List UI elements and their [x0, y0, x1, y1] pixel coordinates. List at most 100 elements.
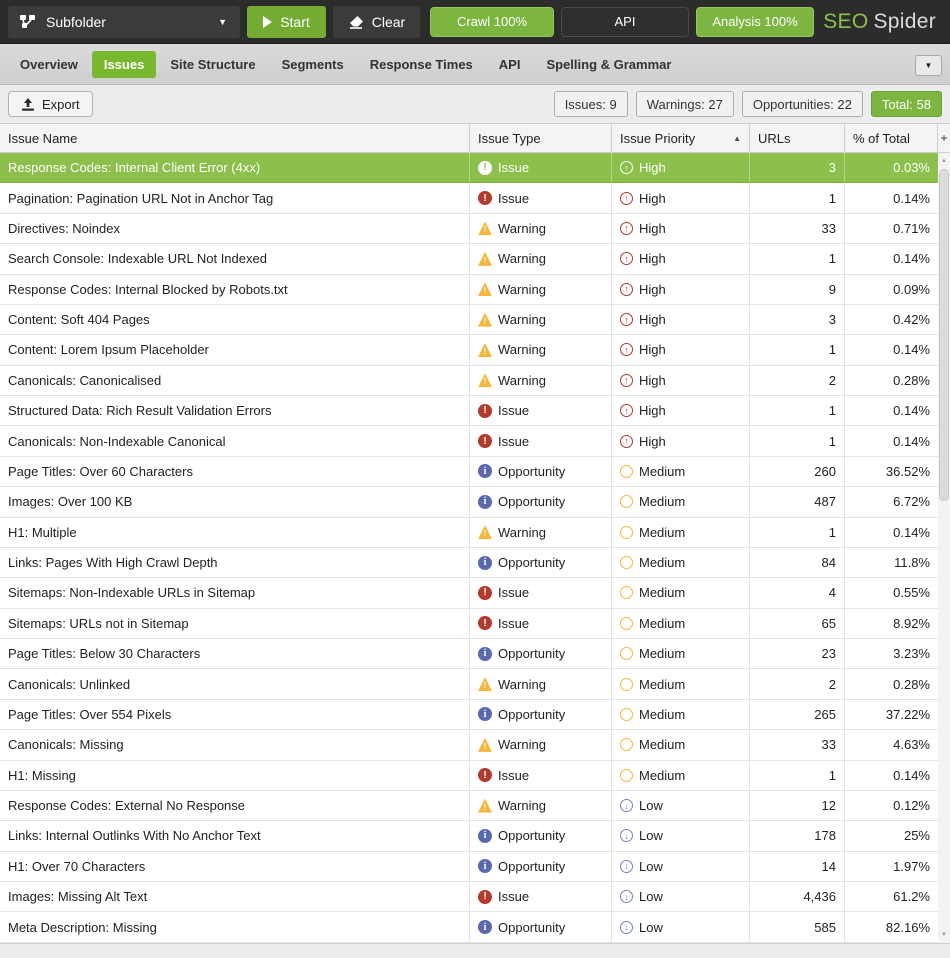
table-row[interactable]: Canonicals: MissingWarningMedium334.63%	[0, 730, 938, 760]
tab-overview[interactable]: Overview	[8, 51, 90, 78]
opportunity-icon	[478, 707, 492, 721]
vertical-scrollbar-thumb[interactable]	[939, 169, 949, 501]
table-row[interactable]: Sitemaps: URLs not in SitemapIssueMedium…	[0, 609, 938, 639]
table-row[interactable]: Response Codes: Internal Client Error (4…	[0, 153, 938, 183]
table-row[interactable]: Response Codes: Internal Blocked by Robo…	[0, 275, 938, 305]
pct-of-total-cell: 37.22%	[845, 700, 938, 729]
add-column-button[interactable]: +	[938, 124, 950, 152]
urls-count-cell: 487	[750, 487, 845, 516]
table-row[interactable]: Content: Soft 404 PagesWarningHigh30.42%	[0, 305, 938, 335]
table-row[interactable]: Sitemaps: Non-Indexable URLs in SitemapI…	[0, 578, 938, 608]
crawl-progress-label: Crawl 100%	[457, 14, 527, 29]
issue-type-cell: Opportunity	[470, 821, 612, 850]
pct-of-total-cell: 0.14%	[845, 396, 938, 425]
tab-segments[interactable]: Segments	[270, 51, 356, 78]
pct-of-total-cell: 0.14%	[845, 761, 938, 790]
warning-icon	[478, 343, 492, 357]
table-row[interactable]: Canonicals: UnlinkedWarningMedium20.28%	[0, 669, 938, 699]
crawl-progress-bar[interactable]: Crawl 100%	[430, 7, 554, 37]
tab-overflow-button[interactable]: ▼	[915, 55, 942, 76]
urls-count-cell: 585	[750, 912, 845, 941]
eraser-icon	[348, 15, 364, 29]
table-row[interactable]: Images: Missing Alt TextIssueLow4,43661.…	[0, 882, 938, 912]
scroll-up-icon[interactable]: ▲	[938, 154, 950, 168]
issue-priority-cell: High	[612, 426, 750, 455]
seo-spider-window: Subfolder ▼ Start Clear Crawl 100% API A…	[0, 0, 950, 958]
table-row[interactable]: Response Codes: External No ResponseWarn…	[0, 791, 938, 821]
issue-priority-cell: High	[612, 153, 750, 182]
table-row[interactable]: Page Titles: Over 554 PixelsOpportunityM…	[0, 700, 938, 730]
issue-type-cell: Opportunity	[470, 912, 612, 941]
tab-response-times[interactable]: Response Times	[358, 51, 485, 78]
table-row[interactable]: Meta Description: MissingOpportunityLow5…	[0, 912, 938, 942]
warnings-count-badge[interactable]: Warnings: 27	[636, 91, 734, 117]
issue-priority-cell: Medium	[612, 761, 750, 790]
issue-name-cell: H1: Missing	[0, 761, 470, 790]
logo-spider-text: Spider	[873, 10, 936, 33]
tab-spelling-grammar[interactable]: Spelling & Grammar	[534, 51, 683, 78]
clear-button[interactable]: Clear	[333, 6, 420, 38]
table-row[interactable]: Images: Over 100 KBOpportunityMedium4876…	[0, 487, 938, 517]
column-header-issue-type[interactable]: Issue Type	[470, 124, 612, 152]
table-row[interactable]: Search Console: Indexable URL Not Indexe…	[0, 244, 938, 274]
pct-of-total-cell: 0.28%	[845, 366, 938, 395]
warning-icon	[478, 677, 492, 691]
table-row[interactable]: H1: Over 70 CharactersOpportunityLow141.…	[0, 852, 938, 882]
issue-priority-cell: High	[612, 183, 750, 212]
total-count-badge[interactable]: Total: 58	[871, 91, 942, 117]
horizontal-scrollbar[interactable]	[0, 943, 950, 958]
analysis-progress-bar[interactable]: Analysis 100%	[696, 7, 814, 37]
start-button[interactable]: Start	[247, 6, 326, 38]
crawl-mode-label: Subfolder	[46, 14, 106, 30]
crawl-mode-dropdown[interactable]: Subfolder ▼	[8, 6, 240, 38]
column-header-pct-of-total[interactable]: % of Total	[845, 124, 938, 152]
table-row[interactable]: Canonicals: Non-Indexable CanonicalIssue…	[0, 426, 938, 456]
export-button[interactable]: Export	[8, 91, 93, 117]
table-row[interactable]: Directives: NoindexWarningHigh330.71%	[0, 214, 938, 244]
priority-high-icon	[620, 374, 633, 387]
warning-icon	[478, 221, 492, 235]
pct-of-total-cell: 0.14%	[845, 183, 938, 212]
issue-icon	[478, 768, 492, 782]
scroll-down-icon[interactable]: ▼	[938, 928, 950, 942]
table-row[interactable]: Page Titles: Over 60 CharactersOpportuni…	[0, 457, 938, 487]
api-progress-bar[interactable]: API	[561, 7, 689, 37]
table-row[interactable]: Content: Lorem Ipsum PlaceholderWarningH…	[0, 335, 938, 365]
column-header-issue-name[interactable]: Issue Name	[0, 124, 470, 152]
table-row[interactable]: Links: Internal Outlinks With No Anchor …	[0, 821, 938, 851]
table-row[interactable]: Links: Pages With High Crawl DepthOpport…	[0, 548, 938, 578]
table-row[interactable]: H1: MissingIssueMedium10.14%	[0, 761, 938, 791]
tab-api[interactable]: API	[487, 51, 533, 78]
tab-issues[interactable]: Issues	[92, 51, 156, 78]
table-row[interactable]: H1: MultipleWarningMedium10.14%	[0, 518, 938, 548]
table-row[interactable]: Pagination: Pagination URL Not in Anchor…	[0, 183, 938, 213]
vertical-scrollbar[interactable]: ▲ ▼	[938, 153, 950, 943]
column-label: % of Total	[853, 131, 910, 146]
opportunity-icon	[478, 556, 492, 570]
issue-type-cell: Opportunity	[470, 639, 612, 668]
issue-priority-cell: Medium	[612, 457, 750, 486]
pct-of-total-cell: 0.71%	[845, 214, 938, 243]
opportunity-icon	[478, 859, 492, 873]
warning-icon	[478, 252, 492, 266]
priority-high-icon	[620, 222, 633, 235]
table-row[interactable]: Structured Data: Rich Result Validation …	[0, 396, 938, 426]
sort-ascending-icon: ▲	[733, 134, 741, 143]
tab-site-structure[interactable]: Site Structure	[158, 51, 267, 78]
priority-high-icon	[620, 252, 633, 265]
warning-icon	[478, 799, 492, 813]
issue-priority-cell: Low	[612, 882, 750, 911]
opportunities-count-badge[interactable]: Opportunities: 22	[742, 91, 863, 117]
sitemap-icon	[19, 14, 36, 29]
urls-count-cell: 1	[750, 396, 845, 425]
column-header-urls[interactable]: URLs	[750, 124, 845, 152]
table-row[interactable]: Canonicals: CanonicalisedWarningHigh20.2…	[0, 366, 938, 396]
issue-name-cell: Canonicals: Missing	[0, 730, 470, 759]
issue-priority-cell: High	[612, 396, 750, 425]
urls-count-cell: 3	[750, 153, 845, 182]
column-header-issue-priority[interactable]: Issue Priority ▲	[612, 124, 750, 152]
issues-count-badge[interactable]: Issues: 9	[554, 91, 628, 117]
urls-count-cell: 4,436	[750, 882, 845, 911]
table-row[interactable]: Page Titles: Below 30 CharactersOpportun…	[0, 639, 938, 669]
issue-type-cell: Issue	[470, 153, 612, 182]
